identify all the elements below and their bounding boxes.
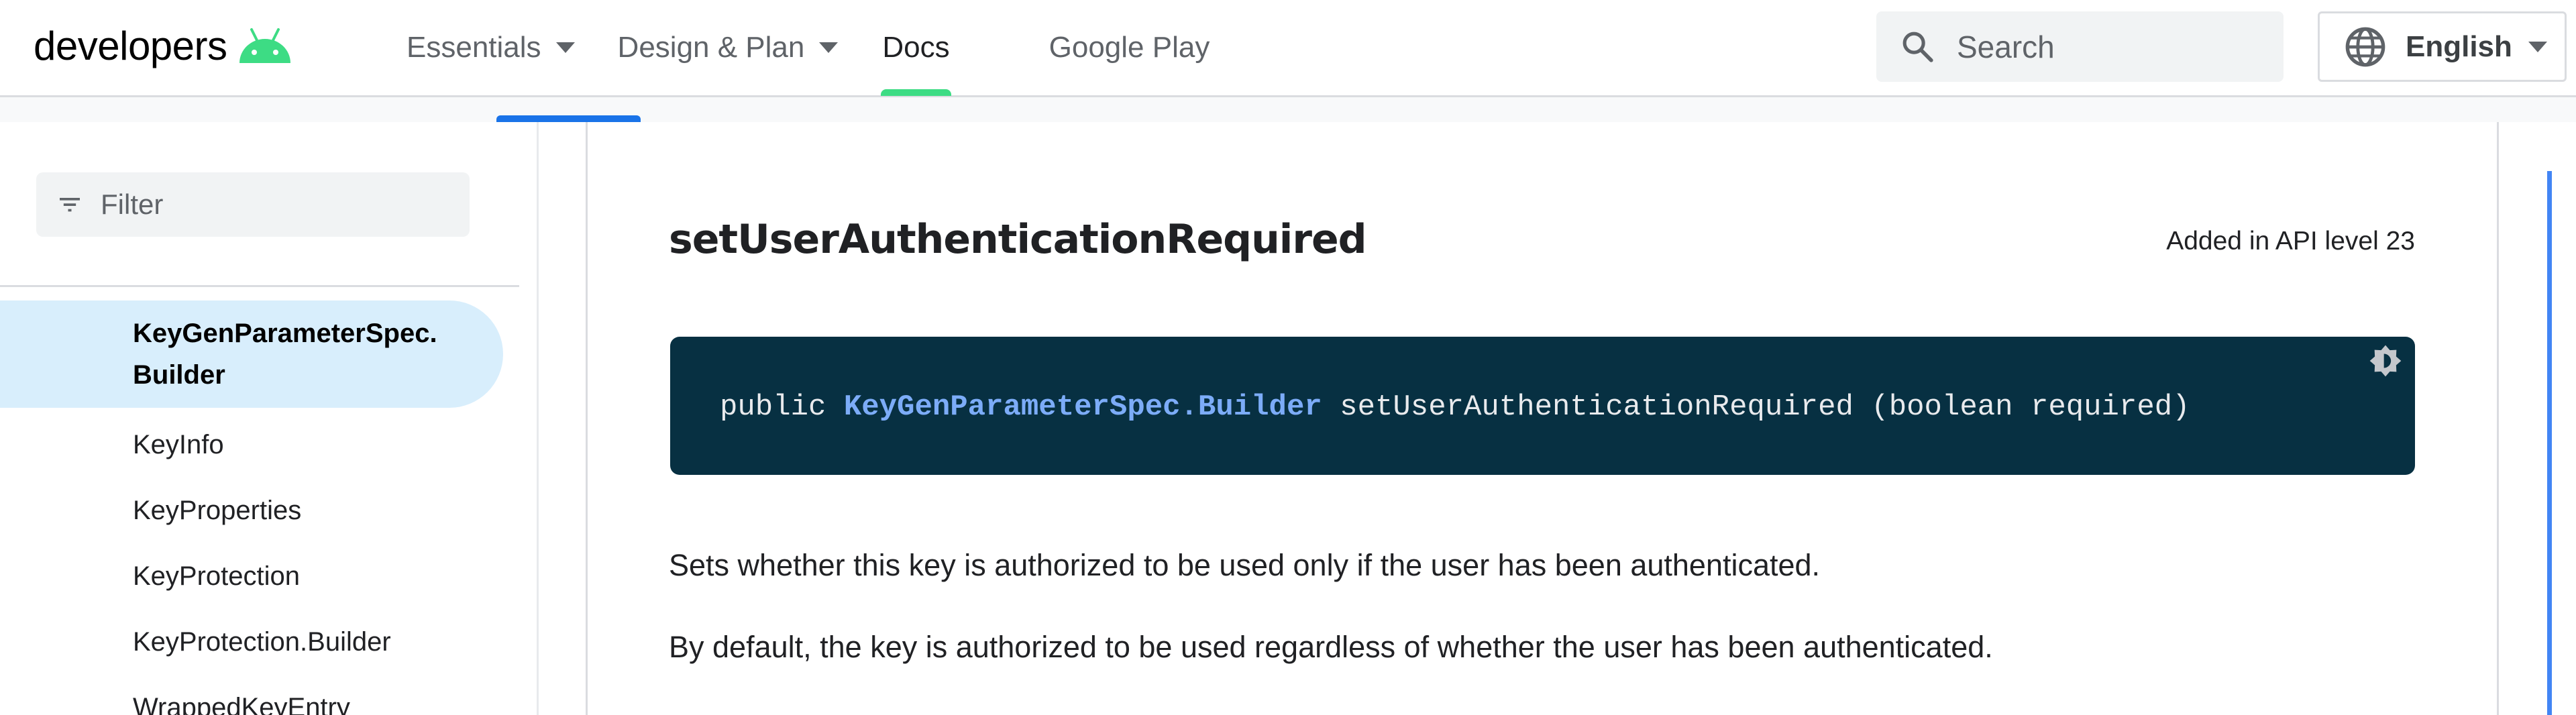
nav-design-and-plan[interactable]: Design & Plan <box>618 0 839 95</box>
sidebar-item-label: KeyGenParameterSpec. <box>133 319 437 348</box>
sidebar-scrollbar-track[interactable] <box>537 122 539 715</box>
developers-logo[interactable]: developers <box>34 19 293 72</box>
chevron-down-icon <box>819 42 839 53</box>
code-block: public KeyGenParameterSpec.Builder setUs… <box>670 337 2415 475</box>
main-content: setUserAuthenticationRequired Added in A… <box>588 122 2497 715</box>
sidebar: KeyGenParameterSpec. Builder KeyInfo Key… <box>0 122 519 715</box>
language-selector[interactable]: English <box>2318 11 2567 82</box>
sidebar-divider <box>0 285 519 287</box>
logo-text: developers <box>34 23 227 68</box>
search-box[interactable] <box>1876 11 2284 82</box>
filter-input[interactable] <box>101 188 449 221</box>
sidebar-item-label: WrappedKeyEntry <box>133 693 350 715</box>
nav-google-play[interactable]: Google Play <box>1049 0 1210 95</box>
sidebar-item-label: KeyProtection <box>133 561 301 591</box>
content-right-divider <box>2497 122 2499 715</box>
secondary-tab-indicator <box>496 115 641 122</box>
nav-essentials-label: Essentials <box>407 31 541 64</box>
toc-scroll-indicator[interactable] <box>2547 171 2552 715</box>
language-label: English <box>2406 30 2512 63</box>
description-paragraph: Sets whether this key is authorized to b… <box>669 548 1821 582</box>
nav-docs[interactable]: Docs <box>881 0 951 96</box>
globe-icon <box>2345 27 2385 66</box>
api-level-label: Added in API level 23 <box>2166 227 2415 256</box>
filter-box[interactable] <box>36 172 470 237</box>
sidebar-item-label: KeyInfo <box>133 430 224 459</box>
secondary-tab-bar <box>0 97 2576 122</box>
sidebar-item-keyproperties[interactable]: KeyProperties <box>0 478 519 543</box>
nav-google-play-label: Google Play <box>1049 31 1210 64</box>
main-nav: Essentials Design & Plan Docs Google Pla… <box>407 0 1210 96</box>
filter-icon <box>60 198 80 212</box>
sidebar-item-keygenparameterspec-builder[interactable]: KeyGenParameterSpec. Builder <box>0 300 503 408</box>
active-tab-indicator <box>881 89 951 96</box>
sidebar-item-label-line2: Builder <box>133 360 225 390</box>
android-icon <box>239 28 290 63</box>
chevron-down-icon <box>2528 41 2547 52</box>
description-paragraph: By default, the key is authorized to be … <box>669 630 1993 664</box>
nav-docs-label: Docs <box>882 31 950 64</box>
sidebar-nav-list: KeyGenParameterSpec. Builder KeyInfo Key… <box>0 300 519 715</box>
sidebar-item-keyinfo[interactable]: KeyInfo <box>0 412 519 478</box>
code-modifier: public <box>720 390 844 424</box>
method-signature: public KeyGenParameterSpec.Builder setUs… <box>720 390 2190 424</box>
nav-essentials[interactable]: Essentials <box>407 0 575 95</box>
search-icon <box>1902 32 1933 62</box>
sidebar-item-wrappedkeyentry[interactable]: WrappedKeyEntry <box>0 675 519 715</box>
top-header: developers Essentials Design & Plan Docs… <box>0 0 2576 97</box>
sidebar-item-label: KeyProperties <box>133 496 302 525</box>
method-title: setUserAuthenticationRequired <box>669 216 1367 263</box>
sidebar-item-label: KeyProtection.Builder <box>133 627 391 657</box>
code-signature: setUserAuthenticationRequired (boolean r… <box>1322 390 2190 424</box>
chevron-down-icon <box>555 42 575 53</box>
return-type-link[interactable]: KeyGenParameterSpec.Builder <box>844 390 1322 424</box>
sidebar-item-keyprotection-builder[interactable]: KeyProtection.Builder <box>0 609 519 675</box>
sidebar-item-keyprotection[interactable]: KeyProtection <box>0 543 519 609</box>
nav-design-label: Design & Plan <box>617 31 805 64</box>
brightness-toggle-icon[interactable] <box>2367 342 2404 380</box>
search-input[interactable] <box>1957 28 2279 65</box>
